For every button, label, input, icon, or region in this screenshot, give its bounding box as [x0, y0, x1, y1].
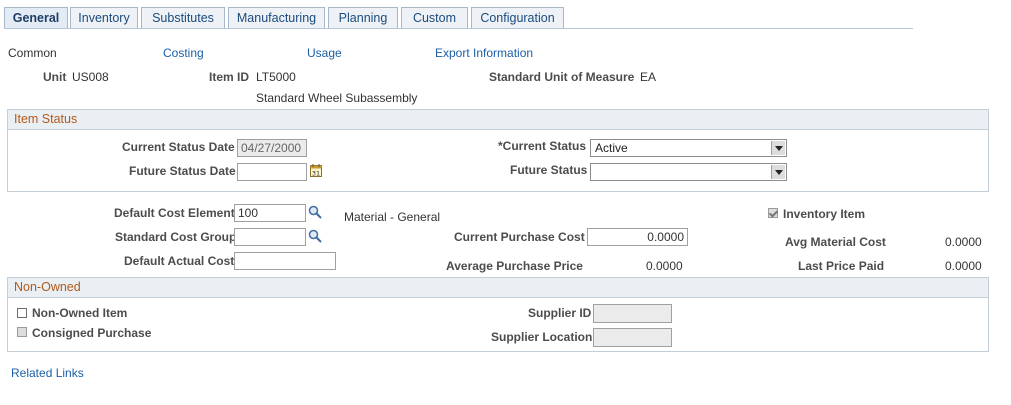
chevron-down-icon — [771, 141, 785, 155]
supplier-id-label: Supplier ID — [528, 306, 592, 320]
future-status-date-label: Future Status Date — [129, 164, 236, 178]
supplier-location-field — [593, 328, 672, 347]
non-owned-item-label: Non-Owned Item — [32, 306, 128, 320]
item-id-value: LT5000 — [256, 70, 296, 84]
non-owned-item-checkbox[interactable] — [17, 308, 27, 318]
item-description: Standard Wheel Subassembly — [256, 91, 418, 105]
related-links-link[interactable]: Related Links — [11, 366, 84, 380]
tab-substitutes[interactable]: Substitutes — [141, 7, 225, 28]
avg-material-cost-label: Avg Material Cost — [785, 235, 886, 249]
average-purchase-price-label: Average Purchase Price — [446, 259, 583, 273]
last-price-paid-label: Last Price Paid — [798, 259, 885, 273]
current-purchase-cost-field[interactable]: 0.0000 — [587, 228, 688, 246]
current-purchase-cost-label: Current Purchase Cost — [454, 230, 585, 244]
inventory-item-checkbox — [768, 208, 778, 218]
search-icon[interactable] — [308, 229, 322, 243]
default-actual-cost-field[interactable] — [234, 252, 336, 270]
future-status-date-field[interactable] — [237, 163, 307, 181]
item-id-label: Item ID — [209, 70, 250, 84]
average-purchase-price-value: 0.0000 — [646, 259, 683, 273]
subnav-export-information-link[interactable]: Export Information — [435, 46, 533, 60]
current-status-label: *Current Status — [498, 139, 587, 153]
default-actual-cost-label: Default Actual Cost — [124, 254, 235, 268]
unit-value: US008 — [72, 70, 109, 84]
consigned-purchase-label: Consigned Purchase — [32, 326, 152, 340]
consigned-purchase-checkbox — [17, 327, 27, 337]
avg-material-cost-value: 0.0000 — [945, 235, 982, 249]
item-status-title: Item Status — [8, 110, 988, 130]
tab-bar: General Inventory Substitutes Manufactur… — [0, 0, 1011, 32]
future-status-select[interactable] — [590, 163, 787, 181]
svg-text:31: 31 — [312, 170, 320, 178]
tab-configuration[interactable]: Configuration — [471, 7, 564, 28]
current-status-date-field: 04/27/2000 — [237, 139, 307, 157]
tab-planning[interactable]: Planning — [328, 7, 398, 28]
default-cost-element-field[interactable]: 100 — [234, 204, 306, 222]
non-owned-title: Non-Owned — [8, 278, 988, 298]
tab-manufacturing[interactable]: Manufacturing — [228, 7, 325, 28]
chevron-down-icon — [771, 165, 785, 179]
current-status-selected: Active — [595, 141, 628, 155]
supplier-id-field — [593, 304, 672, 323]
subnav-costing-link[interactable]: Costing — [163, 46, 204, 60]
subnav-usage-link[interactable]: Usage — [307, 46, 342, 60]
uom-label: Standard Unit of Measure — [489, 70, 635, 84]
subnav-common: Common — [8, 46, 57, 60]
tab-general[interactable]: General — [4, 7, 68, 29]
unit-label: Unit — [43, 70, 67, 84]
last-price-paid-value: 0.0000 — [945, 259, 982, 273]
search-icon[interactable] — [308, 205, 322, 219]
tab-underline — [4, 28, 913, 29]
cost-element-description: Material - General — [344, 210, 441, 224]
current-status-date-label: Current Status Date — [122, 140, 235, 154]
inventory-item-label: Inventory Item — [783, 207, 866, 221]
future-status-label: Future Status — [510, 163, 588, 177]
tab-custom[interactable]: Custom — [401, 7, 468, 28]
standard-cost-group-label: Standard Cost Group — [115, 230, 237, 244]
default-cost-element-label: Default Cost Element — [114, 206, 235, 220]
calendar-icon[interactable]: 31 — [310, 164, 322, 177]
standard-cost-group-field[interactable] — [234, 228, 306, 246]
uom-value: EA — [640, 70, 657, 84]
supplier-location-label: Supplier Location — [491, 330, 593, 344]
tab-inventory[interactable]: Inventory — [70, 7, 138, 28]
current-status-select[interactable]: Active — [590, 139, 787, 157]
